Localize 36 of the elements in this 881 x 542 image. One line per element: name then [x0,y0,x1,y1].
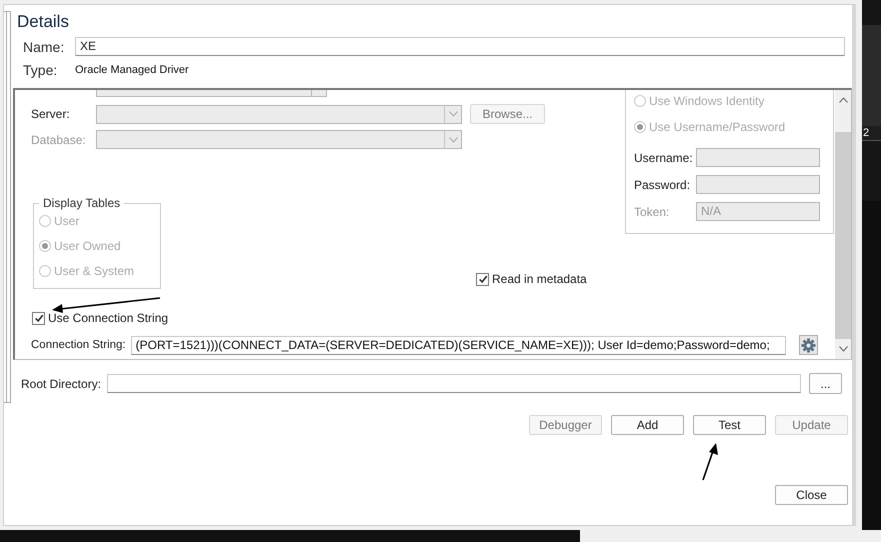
name-field[interactable]: XE [75,37,845,56]
checkbox-option[interactable]: Use Connection String [32,311,168,325]
database-label: Database: [31,132,87,146]
annotation-arrow [702,443,718,480]
type-label: Type: [23,62,58,78]
field-label: Username: [634,150,694,164]
root-directory-field[interactable] [107,374,801,393]
test-button[interactable]: Test [693,415,766,435]
section-title: Details [17,12,70,32]
add-button[interactable]: Add [611,415,684,435]
group-legend: Display Tables [39,196,124,210]
checkbox[interactable] [476,272,489,286]
text-field[interactable] [696,175,820,194]
connection-string-label: Connection String: [31,339,126,351]
connection-string-field[interactable]: (PORT=1521)))(CONNECT_DATA=(SERVER=DEDICATED)(SERVICE_NAME=XE))); User Id=demo;Password=demo; [130,336,786,354]
checkbox-option[interactable]: Read in metadata [476,272,587,286]
server-label: Server: [31,107,71,121]
checkbox[interactable] [32,312,45,324]
settings-button[interactable] [798,335,818,355]
field-label: Password: [634,178,692,192]
server-combo[interactable] [96,104,462,124]
scrollbar[interactable] [835,90,851,359]
root-directory-label: Root Directory: [21,376,102,390]
text-field[interactable] [696,148,820,167]
scrollbar-thumb[interactable] [835,132,851,339]
close-button[interactable]: Close [775,485,848,505]
combo-box[interactable] [96,90,327,97]
name-label: Name: [23,38,66,54]
chevron-down-icon[interactable] [838,346,848,352]
database-combo[interactable] [96,130,462,149]
type-value: Oracle Managed Driver [75,64,189,76]
chevron-up-icon[interactable] [838,97,848,103]
window-tab-text: 2 [862,126,881,141]
settings-icon [800,338,816,352]
browse-button[interactable]: ... [809,373,842,394]
field-label: Token: [634,204,670,218]
